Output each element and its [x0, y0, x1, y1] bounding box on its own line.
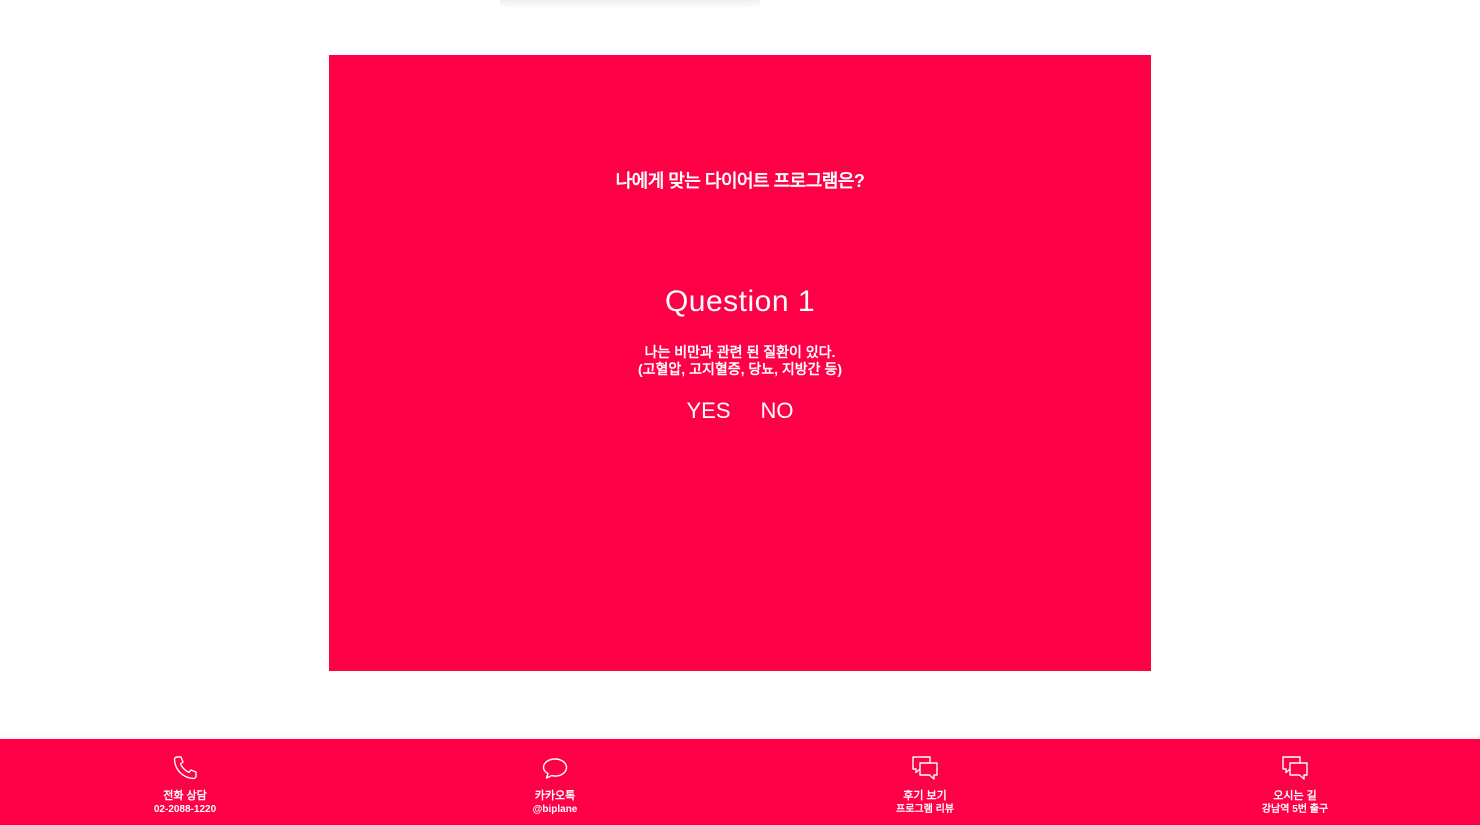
- answer-row: YES NO: [329, 398, 1151, 424]
- quiz-title: 나에게 맞는 다이어트 프로그램은?: [615, 171, 865, 191]
- directions-icon: [1280, 753, 1310, 783]
- question-number: Question 1: [664, 285, 816, 318]
- reviews-label: 후기 보기: [903, 790, 947, 802]
- reviews-icon: [910, 753, 940, 783]
- diet-quiz-panel: 나에게 맞는 다이어트 프로그램은? Question 1 나는 비만과 관련 …: [329, 55, 1151, 671]
- question-line-1: 나는 비만과 관련 된 질환이 있다.: [644, 344, 836, 360]
- no-button[interactable]: NO: [761, 398, 794, 424]
- phone-icon: [170, 753, 200, 783]
- directions-link[interactable]: 오시는 길 강남역 5번 출구: [1110, 739, 1480, 825]
- directions-label: 오시는 길: [1273, 790, 1317, 802]
- chat-bubble-icon: [540, 753, 570, 783]
- yes-button[interactable]: YES: [686, 398, 730, 424]
- bottom-contact-bar: 전화 상담 02-2088-1220 카카오톡 @biplane 후기 보기 프…: [0, 739, 1480, 825]
- kakaotalk-label: 카카오톡: [534, 790, 576, 802]
- phone-consult-link[interactable]: 전화 상담 02-2088-1220: [0, 739, 370, 825]
- question-line-2: (고혈압, 고지혈증, 당뇨, 지방간 등): [638, 361, 842, 377]
- directions-sub: 강남역 5번 출구: [1261, 804, 1329, 815]
- kakaotalk-link[interactable]: 카카오톡 @biplane: [370, 739, 740, 825]
- phone-number: 02-2088-1220: [153, 804, 217, 815]
- reviews-sub: 프로그램 리뷰: [896, 804, 954, 815]
- kakaotalk-id: @biplane: [532, 804, 578, 815]
- reviews-link[interactable]: 후기 보기 프로그램 리뷰: [740, 739, 1110, 825]
- phone-consult-label: 전화 상담: [163, 790, 207, 802]
- question-text: 나는 비만과 관련 된 질환이 있다. (고혈압, 고지혈증, 당뇨, 지방간 …: [329, 344, 1151, 378]
- top-shadow: [500, 0, 760, 10]
